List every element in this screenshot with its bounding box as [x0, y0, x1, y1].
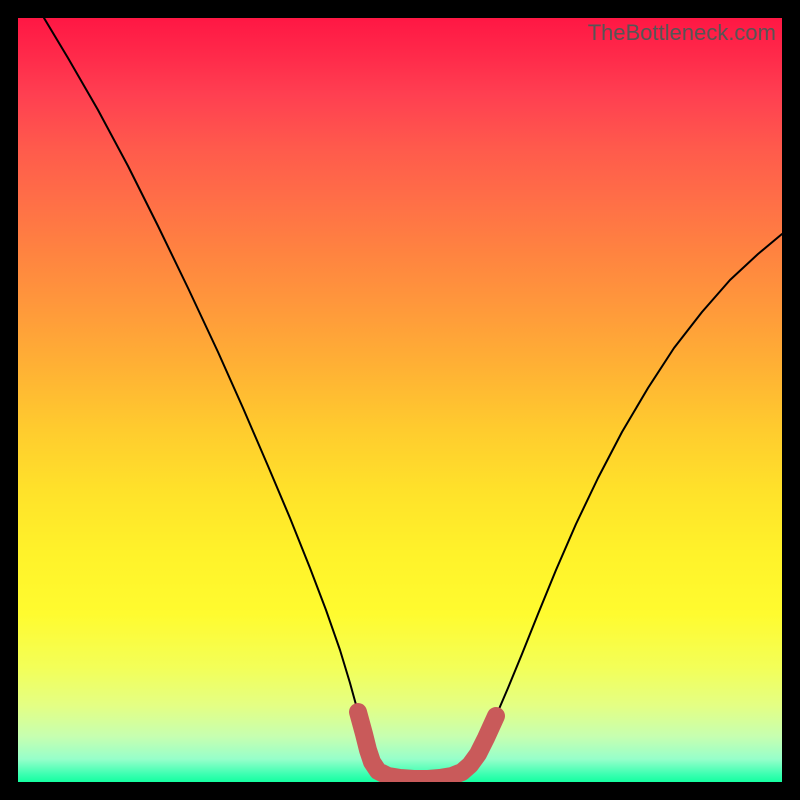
- black-curve: [44, 18, 782, 779]
- red-marker: [358, 712, 496, 779]
- watermark: TheBottleneck.com: [588, 20, 776, 46]
- curves-svg: [18, 18, 782, 782]
- plot-area: [18, 18, 782, 782]
- chart-frame: TheBottleneck.com: [0, 0, 800, 800]
